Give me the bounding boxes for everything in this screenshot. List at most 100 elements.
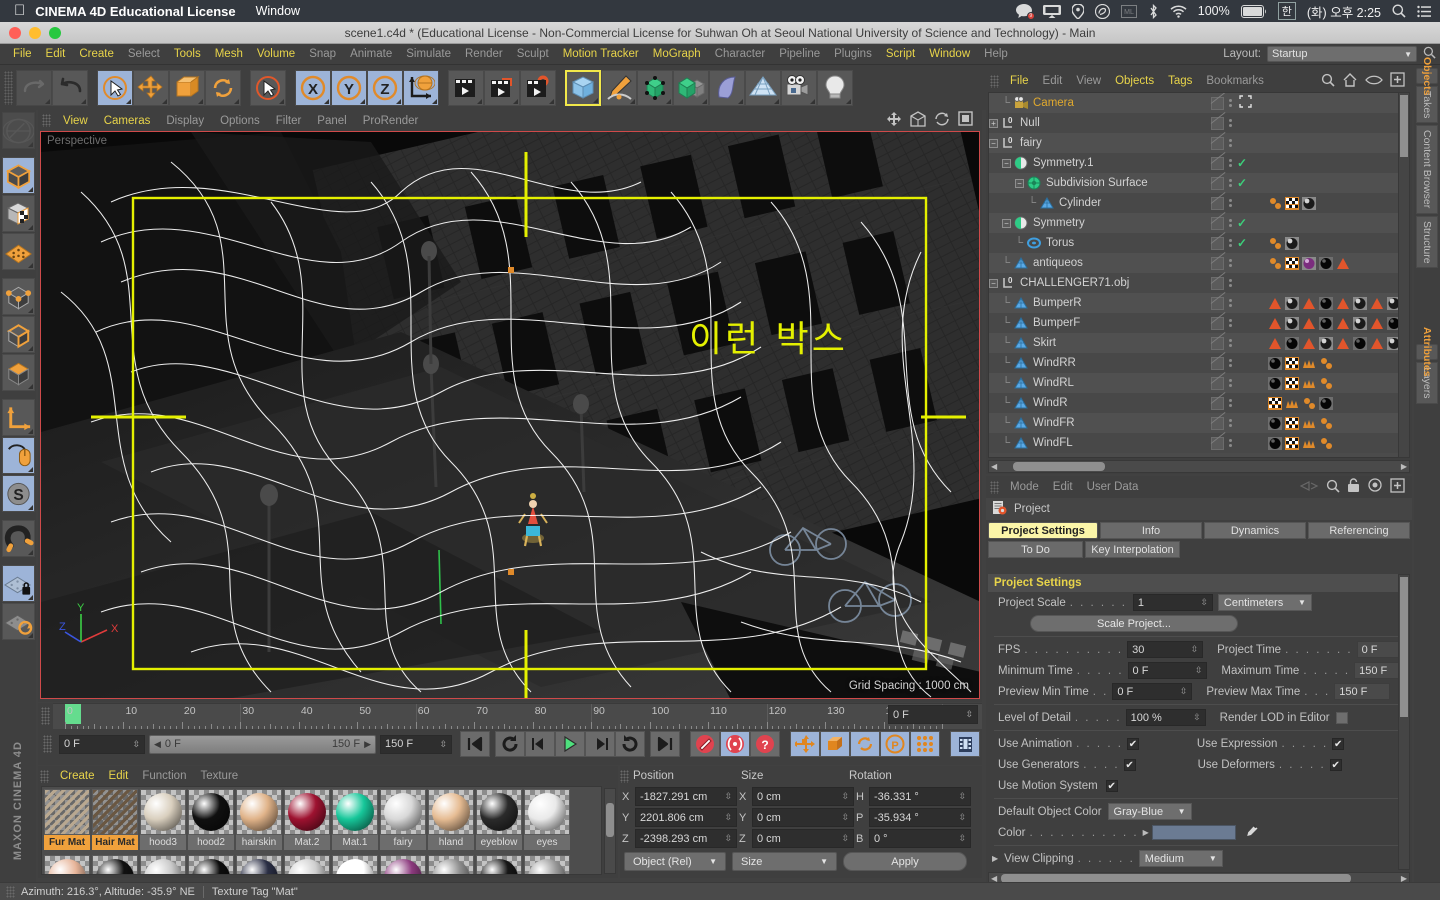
tag-texture-icon[interactable] [1284,256,1299,271]
menu-create[interactable]: Create [72,48,121,60]
tag-selection-icon[interactable] [1267,336,1282,351]
search-icon[interactable] [1392,4,1406,18]
object-tree-hscroll-thumb[interactable] [1013,462,1106,471]
viewport-menu-options[interactable]: Options [212,115,268,127]
menu-animate[interactable]: Animate [343,48,399,60]
tag-hair-icon[interactable] [1301,356,1316,371]
attribute-tab-to-do[interactable]: To Do [988,541,1083,558]
object-manager-grip[interactable] [990,74,999,88]
menubar-clock[interactable]: (화) 오후 2:25 [1307,2,1381,21]
visibility-dots-icon[interactable] [1211,356,1224,370]
step-forward-icon[interactable] [585,731,615,757]
add-icon[interactable] [1390,477,1406,497]
material-swatch[interactable]: hood2 [188,789,234,853]
cube-primitive-icon[interactable] [565,69,601,106]
default-color-dropdown[interactable]: Gray-Blue ▼ [1107,803,1192,820]
viewport-rotate-icon[interactable] [934,111,950,130]
tag-selection-icon[interactable] [1335,336,1350,351]
viewport-menu-panel[interactable]: Panel [309,115,354,127]
macos-window-menu[interactable]: Window [256,4,300,18]
object-row[interactable]: └ Torus ✓ [989,233,1409,253]
rotation-field[interactable]: 0 ° ⇳ [869,829,971,848]
object-menu-file[interactable]: File [1003,75,1036,87]
rotation-field[interactable]: -35.934 ° ⇳ [869,808,971,827]
param-key-icon[interactable]: P [880,731,910,757]
menu-edit[interactable]: Edit [39,48,73,60]
menu-plugins[interactable]: Plugins [827,48,879,60]
object-row[interactable]: +0 Null [989,113,1409,133]
tag-selection-icon[interactable] [1335,256,1350,271]
status-grip[interactable] [6,885,15,898]
make-editable-icon[interactable] [1,112,35,149]
ml-icon[interactable]: ML [1120,4,1137,18]
tag-material-icon[interactable] [1267,436,1282,451]
spinner-icon[interactable]: ⇳ [1193,712,1201,723]
range-right-arrow-icon[interactable]: ▶ [364,739,371,750]
current-frame-field[interactable]: 0 F ⇳ [59,734,145,754]
visibility-dots-icon[interactable] [1211,396,1224,410]
enable-check-icon[interactable]: ✓ [1237,236,1247,250]
tag-hair-icon[interactable] [1301,436,1316,451]
bluetooth-icon[interactable] [1148,3,1159,19]
size-field[interactable]: 0 cm ⇳ [752,808,854,827]
visibility-toggle[interactable] [1229,139,1232,147]
object-row[interactable]: └ WindRL [989,373,1409,393]
tag-hair-icon[interactable] [1284,396,1299,411]
x-axis-lock-icon[interactable]: X [295,69,331,106]
visibility-toggle[interactable] [1229,319,1232,327]
tag-texture-icon[interactable] [1284,436,1299,451]
object-row[interactable]: − Symmetry.1 ✓ [989,153,1409,173]
visibility-toggle[interactable] [1229,419,1232,427]
spinner-icon[interactable]: ⇳ [1195,665,1203,676]
object-row[interactable]: − 0 CHALLENGER71.obj [989,273,1409,293]
coord-mode-dropdown[interactable]: Object (Rel) ▼ [624,852,726,871]
timeline-controls-grip[interactable] [43,735,52,753]
material-swatch[interactable]: hairskin [236,789,282,853]
tag-texture-icon[interactable] [1284,196,1299,211]
max-frame-field[interactable]: 150 F ⇳ [380,734,452,754]
viewport-3d-canvas[interactable]: Perspective 이런 박스 Grid Spacing : 1000 cm… [40,131,980,699]
lock-icon[interactable] [1347,478,1361,496]
attribute-tab-key-interpolation[interactable]: Key Interpolation [1085,541,1180,558]
material-swatch[interactable] [332,855,378,874]
scale-project-button[interactable]: Scale Project... [1030,615,1238,632]
object-menu-tags[interactable]: Tags [1161,75,1199,87]
tag-selection-icon[interactable] [1369,296,1384,311]
tag-material-icon[interactable] [1267,416,1282,431]
planar-workplane-icon[interactable] [1,603,35,640]
object-row[interactable]: └ WindFR [989,413,1409,433]
object-row[interactable]: − 0 fairy [989,133,1409,153]
redo-icon[interactable] [52,69,88,106]
lock-workplane-icon[interactable] [1,565,35,602]
macos-app-name[interactable]: CINEMA 4D Educational License [35,4,235,19]
material-grid[interactable]: Fur Mat Hair Mat hood3 hood2 hairskin Mat.2 Ma… [41,786,602,875]
visibility-toggle[interactable] [1229,359,1232,367]
edges-mode-icon[interactable] [1,316,35,353]
material-swatch[interactable]: Hair Mat [92,789,138,853]
collapse-icon[interactable]: − [1015,178,1024,188]
object-row[interactable]: └ BumperF [989,313,1409,333]
object-row[interactable]: − Subdivision Surface ✓ [989,173,1409,193]
location-icon[interactable] [1071,3,1084,19]
tag-material-icon[interactable] [1352,296,1367,311]
use-motion-checkbox[interactable]: ✔ [1105,779,1118,792]
viewport-menu-view[interactable]: View [55,115,96,127]
material-swatch[interactable] [284,855,330,874]
material-swatch[interactable]: Mat.1 [332,789,378,853]
vtab-objects[interactable]: Objects [1416,57,1438,95]
wifi-icon[interactable] [1170,4,1187,18]
use-deformers-checkbox[interactable]: ✔ [1329,758,1342,771]
go-to-start-icon[interactable] [460,731,490,757]
tag-texture-icon[interactable] [1284,356,1299,371]
collapse-icon[interactable]: − [1002,218,1011,228]
history-back-icon[interactable] [1299,479,1319,496]
scroll-left-icon[interactable]: ◀ [989,462,999,471]
preview-min-field[interactable]: 0 F ⇳ [1112,683,1193,700]
battery-icon[interactable] [1240,4,1267,18]
menu-window[interactable]: Window [922,48,977,60]
tag-texture-icon[interactable] [1267,396,1282,411]
tag-material-icon[interactable] [1301,256,1316,271]
collapse-icon[interactable]: − [989,138,998,148]
rotation-field[interactable]: -36.331 ° ⇳ [869,787,971,806]
menu-character[interactable]: Character [708,48,773,60]
